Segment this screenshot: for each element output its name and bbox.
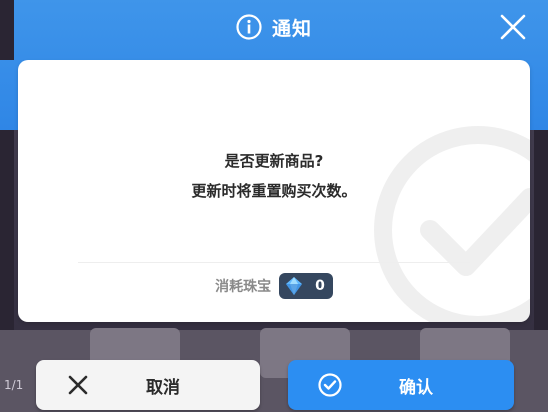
dialog-message: 是否更新商品? 更新时将重置购买次数。 bbox=[18, 146, 530, 206]
dialog-body: 是否更新商品? 更新时将重置购买次数。 消耗珠宝 0 bbox=[18, 60, 530, 322]
cancel-button-label: 取消 bbox=[146, 377, 180, 398]
divider bbox=[78, 262, 470, 263]
cost-value: 0 bbox=[315, 278, 325, 294]
gem-icon bbox=[286, 277, 303, 295]
cancel-button[interactable]: 取消 bbox=[36, 360, 260, 410]
cost-label: 消耗珠宝 bbox=[215, 279, 272, 295]
confirm-button-label: 确认 bbox=[399, 377, 433, 398]
dialog-title: 通知 bbox=[271, 17, 312, 40]
info-icon bbox=[236, 14, 262, 40]
close-icon[interactable] bbox=[498, 12, 528, 42]
confirm-button[interactable]: 确认 bbox=[288, 360, 514, 410]
message-line-2: 更新时将重置购买次数。 bbox=[191, 182, 357, 200]
background-count: 1/1 bbox=[4, 378, 24, 392]
cost-row: 消耗珠宝 0 bbox=[18, 272, 530, 300]
cost-badge: 0 bbox=[279, 273, 333, 299]
dialog-title-bar: 通知 bbox=[0, 0, 548, 54]
message-line-1: 是否更新商品? bbox=[224, 152, 324, 170]
